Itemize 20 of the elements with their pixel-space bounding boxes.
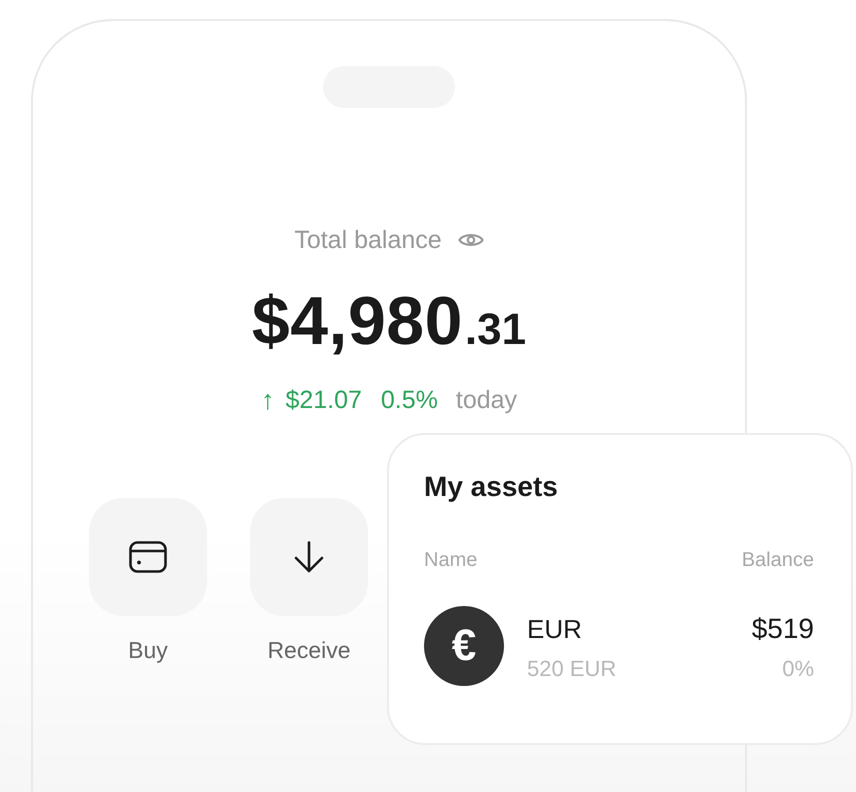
asset-value: $519 <box>752 614 814 644</box>
change-percent: 0.5% <box>380 385 438 415</box>
asset-code: EUR <box>527 614 582 644</box>
balance-amount: $4,980.31 <box>252 282 526 361</box>
card-icon <box>129 541 167 573</box>
eye-icon[interactable] <box>458 231 484 249</box>
down-arrow-icon <box>294 541 324 573</box>
assets-title: My assets <box>424 471 558 503</box>
change-period: today <box>456 385 518 415</box>
euro-icon: € <box>424 606 504 686</box>
asset-holding: 520 EUR <box>527 655 616 683</box>
column-header: Name <box>424 548 478 572</box>
asset-change: 0% <box>782 655 814 683</box>
change-amount: $21.07 <box>285 385 362 415</box>
action-label: Receive <box>267 636 351 665</box>
buy-button[interactable] <box>89 498 207 616</box>
column-header: Balance <box>742 548 814 572</box>
balance-label: Total balance <box>294 225 442 255</box>
up-arrow-icon: ↑ <box>260 385 274 415</box>
action-label: Buy <box>128 636 168 665</box>
